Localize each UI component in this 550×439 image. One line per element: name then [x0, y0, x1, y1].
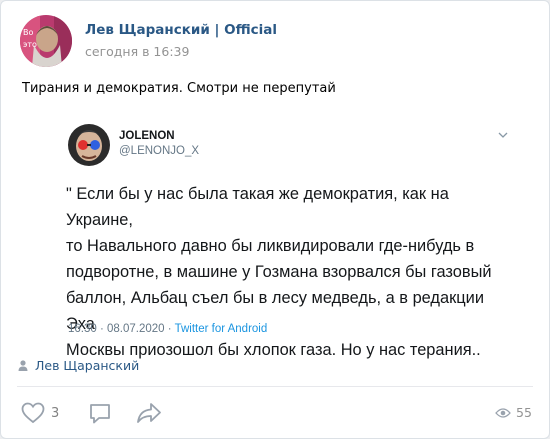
author-avatar[interactable]: Во это [20, 15, 72, 67]
post-date[interactable]: сегодня в 16:39 [85, 44, 189, 59]
comment-icon [90, 404, 110, 424]
wall-post: Во это Лев Щаранский | Official сегодня … [0, 0, 550, 439]
heart-icon [21, 402, 45, 424]
comment-button[interactable] [88, 402, 112, 426]
tweet-author-name: JOLENON [119, 130, 175, 142]
post-signer[interactable]: Лев Щаранский [18, 358, 139, 373]
person-icon [18, 360, 28, 371]
svg-text:Во: Во [23, 28, 33, 37]
share-icon [137, 403, 161, 423]
tweet-image[interactable]: JOLENON @LENONJO_X " Если бы у нас была … [51, 109, 529, 359]
eye-icon [495, 407, 511, 418]
tweet-text: " Если бы у нас была такая же демократия… [66, 185, 492, 359]
divider [17, 386, 533, 387]
views-counter: 55 [495, 405, 532, 420]
tweet-avatar [68, 124, 110, 166]
post-text: Тирания и демократия. Смотри не перепута… [22, 81, 336, 96]
tweet-meta: 16:30 · 08.07.2020 · Twitter for Android [68, 323, 267, 335]
svg-text:это: это [23, 40, 37, 49]
chevron-down-icon [498, 132, 508, 138]
author-name[interactable]: Лев Щаранский | Official [85, 22, 277, 38]
tweet-author-handle: @LENONJO_X [119, 145, 200, 157]
signer-name: Лев Щаранский [35, 358, 140, 373]
tweet-source: Twitter for Android [174, 323, 268, 335]
views-count: 55 [516, 405, 532, 420]
share-button[interactable] [136, 402, 162, 424]
tweet-timestamp: 16:30 · 08.07.2020 · [68, 323, 175, 335]
like-count: 3 [51, 405, 60, 421]
like-button[interactable]: 3 [21, 402, 59, 424]
